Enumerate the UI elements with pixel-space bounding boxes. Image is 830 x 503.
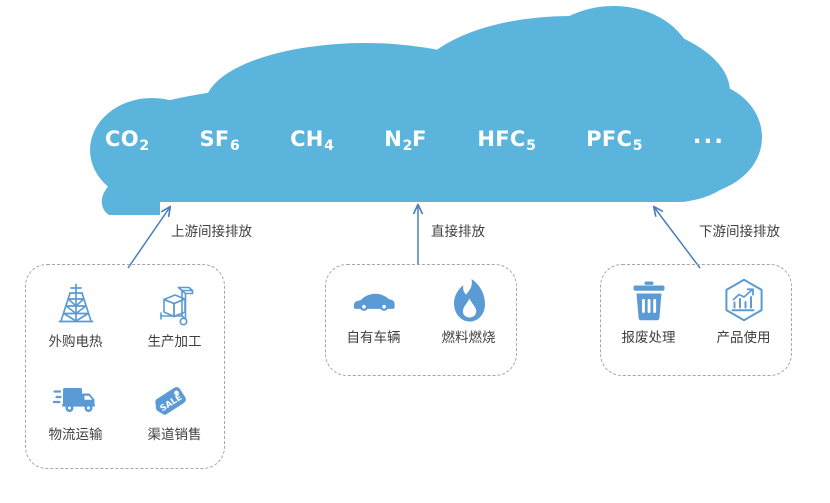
sale-tag-icon: SALE xyxy=(152,374,198,422)
item-own-vehicles[interactable]: 自有车辆 xyxy=(326,277,421,370)
arrow-label-direct: 直接排放 xyxy=(431,224,485,240)
delivery-truck-icon xyxy=(52,374,99,422)
item-label: 报废处理 xyxy=(621,330,676,346)
item-label: 外购电热 xyxy=(48,334,103,350)
car-icon xyxy=(351,277,397,325)
item-purchased-power-heat[interactable]: 外购电热 xyxy=(26,281,125,374)
flame-icon xyxy=(446,277,492,325)
arrow-downstream xyxy=(654,207,701,269)
item-scrap-disposal[interactable]: 报废处理 xyxy=(601,277,696,370)
item-logistics-transport[interactable]: 物流运输 xyxy=(26,374,125,467)
item-channel-sales[interactable]: SALE 渠道销售 xyxy=(125,374,224,467)
item-product-use[interactable]: 产品使用 xyxy=(696,277,791,370)
oil-derrick-icon xyxy=(53,281,99,329)
hand-truck-icon xyxy=(152,281,198,329)
emissions-scope-diagram: CO2 SF6 CH4 N2F HFC5 PFC5 ... 上游间接排放 直接排… xyxy=(0,0,830,503)
downstream-indirect-emissions-box: 报废处理 产品使用 xyxy=(600,264,792,376)
direct-emissions-box: 自有车辆 燃料燃烧 xyxy=(325,264,517,376)
trash-bin-icon xyxy=(626,277,672,325)
item-label: 物流运输 xyxy=(48,427,103,443)
arrow-upstream xyxy=(127,207,170,269)
item-production-processing[interactable]: 生产加工 xyxy=(125,281,224,374)
arrow-label-upstream: 上游间接排放 xyxy=(171,224,252,240)
item-label: 自有车辆 xyxy=(346,330,401,346)
item-fuel-combustion[interactable]: 燃料燃烧 xyxy=(421,277,516,370)
item-label: 燃料燃烧 xyxy=(441,330,496,346)
item-label: 生产加工 xyxy=(147,334,202,350)
item-label: 产品使用 xyxy=(716,330,771,346)
hexagon-growth-chart-icon xyxy=(721,277,767,325)
item-label: 渠道销售 xyxy=(147,427,202,443)
arrow-label-downstream: 下游间接排放 xyxy=(699,224,780,240)
upstream-indirect-emissions-box: 外购电热 生产加工 物流运输 SALE 渠道销售 xyxy=(25,264,225,469)
